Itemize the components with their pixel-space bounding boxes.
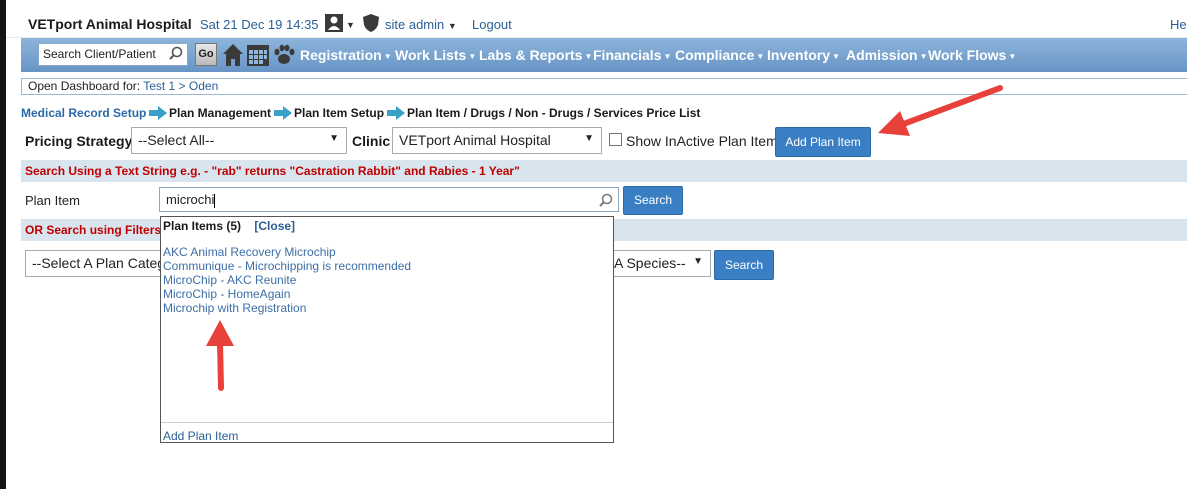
client-patient-search-input[interactable]: Search Client/Patient (38, 43, 188, 66)
autocomplete-close-link[interactable]: [Close] (254, 219, 295, 233)
help-link[interactable]: He (1170, 17, 1187, 32)
menu-label: Work Lists (395, 47, 467, 63)
species-value: t A Species-- (607, 255, 686, 271)
autocomplete-add-plan-item-link[interactable]: Add Plan Item (163, 429, 238, 443)
admin-user-menu[interactable]: site admin ▼ (385, 17, 457, 32)
species-select[interactable]: t A Species-- ▼ (600, 250, 711, 277)
dashboard-prefix: Open Dashboard for: (28, 79, 141, 93)
chevron-down-icon: ▼ (329, 133, 339, 144)
top-header: VETport Animal Hospital Sat 21 Dec 19 14… (6, 0, 1187, 38)
pricing-strategy-select[interactable]: --Select All-- ▼ (131, 127, 347, 154)
search-icon[interactable] (169, 46, 183, 60)
shield-icon (362, 13, 380, 33)
menu-label: Work Flows (928, 47, 1007, 63)
go-button[interactable]: Go (195, 43, 217, 66)
plan-item-input-value: microchi (166, 192, 215, 207)
show-inactive-label: Show InActive Plan Item (626, 133, 778, 149)
menu-label: Financials (593, 47, 662, 63)
menu-registration[interactable]: Registration ▼ (300, 47, 392, 63)
plan-item-search-button[interactable]: Search (623, 186, 683, 215)
search-icon[interactable] (599, 193, 613, 210)
autocomplete-item[interactable]: MicroChip - HomeAgain (163, 287, 290, 301)
filter-search-button[interactable]: Search (714, 250, 774, 280)
autocomplete-item[interactable]: AKC Animal Recovery Microchip (163, 245, 336, 259)
arrow-right-icon (274, 106, 292, 120)
pricing-strategy-value: --Select All-- (138, 132, 215, 148)
breadcrumb-plan-item-setup[interactable]: Plan Item Setup (294, 106, 384, 120)
clinic-select[interactable]: VETport Animal Hospital ▼ (392, 127, 602, 154)
breadcrumb-medical-record-setup[interactable]: Medical Record Setup (21, 106, 146, 120)
autocomplete-item[interactable]: MicroChip - AKC Reunite (163, 273, 296, 287)
text-search-hint: Search Using a Text String e.g. - "rab" … (25, 164, 520, 178)
menu-financials[interactable]: Financials ▼ (593, 47, 671, 63)
open-dashboard-bar: Open Dashboard for: Test 1 > Oden (21, 78, 1187, 95)
plan-category-select[interactable]: --Select A Plan Categ (25, 250, 175, 277)
menu-label: Registration (300, 47, 382, 63)
arrow-right-icon (387, 106, 405, 120)
main-nav-bar: Search Client/Patient Go Registration ▼ W… (21, 38, 1187, 72)
autocomplete-item[interactable]: Communique - Microchipping is recommende… (163, 259, 411, 273)
pricing-strategy-label: Pricing Strategy (25, 133, 133, 149)
menu-label: Labs & Reports (479, 47, 583, 63)
calendar-icon[interactable] (246, 41, 270, 68)
show-inactive-checkbox[interactable] (609, 133, 622, 146)
menu-label: Inventory (767, 47, 831, 63)
autocomplete-item[interactable]: Microchip with Registration (163, 301, 306, 315)
clinic-value: VETport Animal Hospital (399, 132, 551, 148)
plan-item-input[interactable]: microchi (159, 187, 619, 212)
logout-link[interactable]: Logout (472, 17, 512, 32)
text-search-hint-strip: Search Using a Text String e.g. - "rab" … (21, 160, 1187, 182)
autocomplete-count: Plan Items (5) (163, 219, 242, 233)
arrow-right-icon (149, 106, 167, 120)
autocomplete-header: Plan Items (5) [Close] (163, 219, 295, 233)
add-plan-item-button[interactable]: Add Plan Item (775, 127, 871, 157)
current-datetime: Sat 21 Dec 19 14:35 (200, 17, 319, 32)
dashboard-patient-link[interactable]: Test 1 > Oden (143, 79, 218, 93)
plan-item-label: Plan Item (25, 193, 80, 208)
left-edge-bar (0, 0, 6, 489)
filter-search-title: OR Search using Filters (25, 223, 162, 237)
clinic-label: Clinic (352, 133, 391, 149)
annotation-arrow-icon (206, 320, 234, 391)
chevron-down-icon: ▼ (693, 256, 703, 267)
menu-inventory[interactable]: Inventory ▼ (767, 47, 840, 63)
menu-work-flows[interactable]: Work Flows ▼ (928, 47, 1016, 63)
chevron-down-icon: ▼ (584, 133, 594, 144)
user-profile-icon[interactable] (324, 13, 344, 33)
annotation-arrow-icon (878, 85, 1003, 136)
divider (161, 422, 613, 423)
menu-label: Admission (846, 47, 918, 63)
menu-admission[interactable]: Admission ▼ (846, 47, 928, 63)
paw-icon[interactable] (272, 41, 296, 68)
breadcrumb-plan-management[interactable]: Plan Management (169, 106, 271, 120)
plan-category-value: --Select A Plan Categ (32, 255, 166, 271)
menu-labs-reports[interactable]: Labs & Reports ▼ (479, 47, 592, 63)
menu-work-lists[interactable]: Work Lists ▼ (395, 47, 476, 63)
chevron-down-icon[interactable]: ▼ (346, 20, 355, 30)
menu-compliance[interactable]: Compliance ▼ (675, 47, 764, 63)
admin-user-label: site admin (385, 17, 445, 32)
home-icon[interactable] (221, 41, 245, 68)
menu-label: Compliance (675, 47, 755, 63)
breadcrumb-price-list: Plan Item / Drugs / Non - Drugs / Servic… (407, 106, 701, 120)
hospital-name: VETport Animal Hospital (28, 16, 192, 32)
